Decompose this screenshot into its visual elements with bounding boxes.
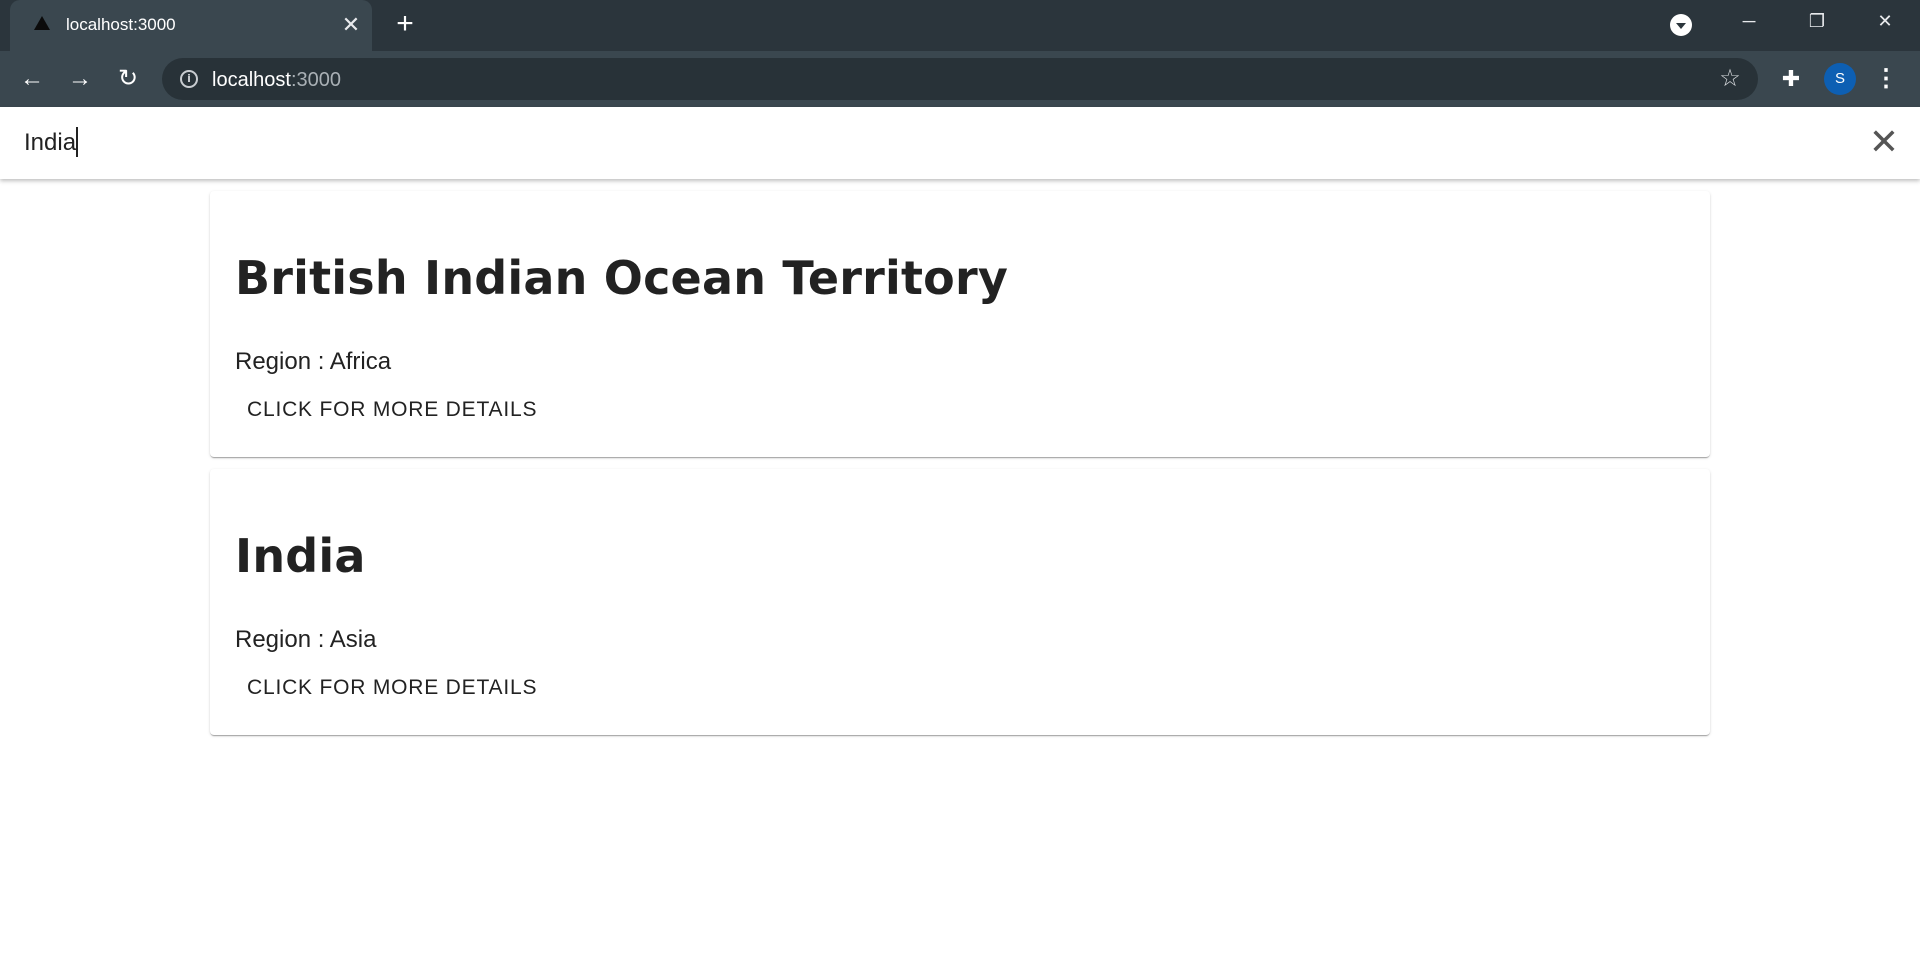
search-bar: ✕ [0,107,1920,179]
bookmark-star-icon[interactable]: ☆ [1716,65,1744,93]
more-details-button[interactable]: CLICK FOR MORE DETAILS [235,664,549,712]
close-icon[interactable]: ✕ [1866,125,1902,161]
country-name: British Indian Ocean Territory [235,251,1009,305]
more-details-button[interactable]: CLICK FOR MORE DETAILS [235,386,549,434]
info-icon[interactable]: i [180,70,198,88]
new-tab-icon[interactable]: + [390,9,420,40]
country-card: India Region : Asia CLICK FOR MORE DETAI… [210,469,1710,735]
country-region: Region : Asia [235,626,377,653]
browser-tabstrip: localhost:3000 ✕ + ─ ❐ ✕ [0,0,1920,51]
window-close-icon[interactable]: ✕ [1854,0,1916,42]
triangle-icon [34,16,50,30]
forward-arrow-icon[interactable]: → [64,63,96,95]
extensions-puzzle-icon[interactable]: ✚ [1775,63,1807,95]
browser-tab[interactable]: localhost:3000 ✕ [10,0,372,51]
country-region: Region : Africa [235,348,392,375]
restore-icon[interactable]: ❐ [1786,0,1848,42]
back-arrow-icon[interactable]: ← [16,63,48,95]
more-menu-icon[interactable]: ⋮ [1872,63,1900,95]
minimize-icon[interactable]: ─ [1718,0,1780,42]
tab-close-icon[interactable]: ✕ [337,11,365,39]
tab-title: localhost:3000 [66,15,176,34]
url-port: :3000 [290,69,341,91]
country-card: British Indian Ocean Territory Region : … [210,191,1710,457]
url-text[interactable]: localhost:3000 [212,69,341,92]
tab-search-icon[interactable] [1670,14,1692,36]
reload-icon[interactable]: ↻ [112,63,144,95]
search-input[interactable] [24,124,1844,162]
browser-toolbar: ← → ↻ i localhost:3000 ☆ ✚ S ⋮ [0,51,1920,107]
country-name: India [235,529,366,583]
profile-avatar[interactable]: S [1824,63,1856,95]
address-bar[interactable]: i localhost:3000 ☆ [162,58,1758,100]
url-host: localhost [212,69,291,91]
text-caret [76,127,78,157]
